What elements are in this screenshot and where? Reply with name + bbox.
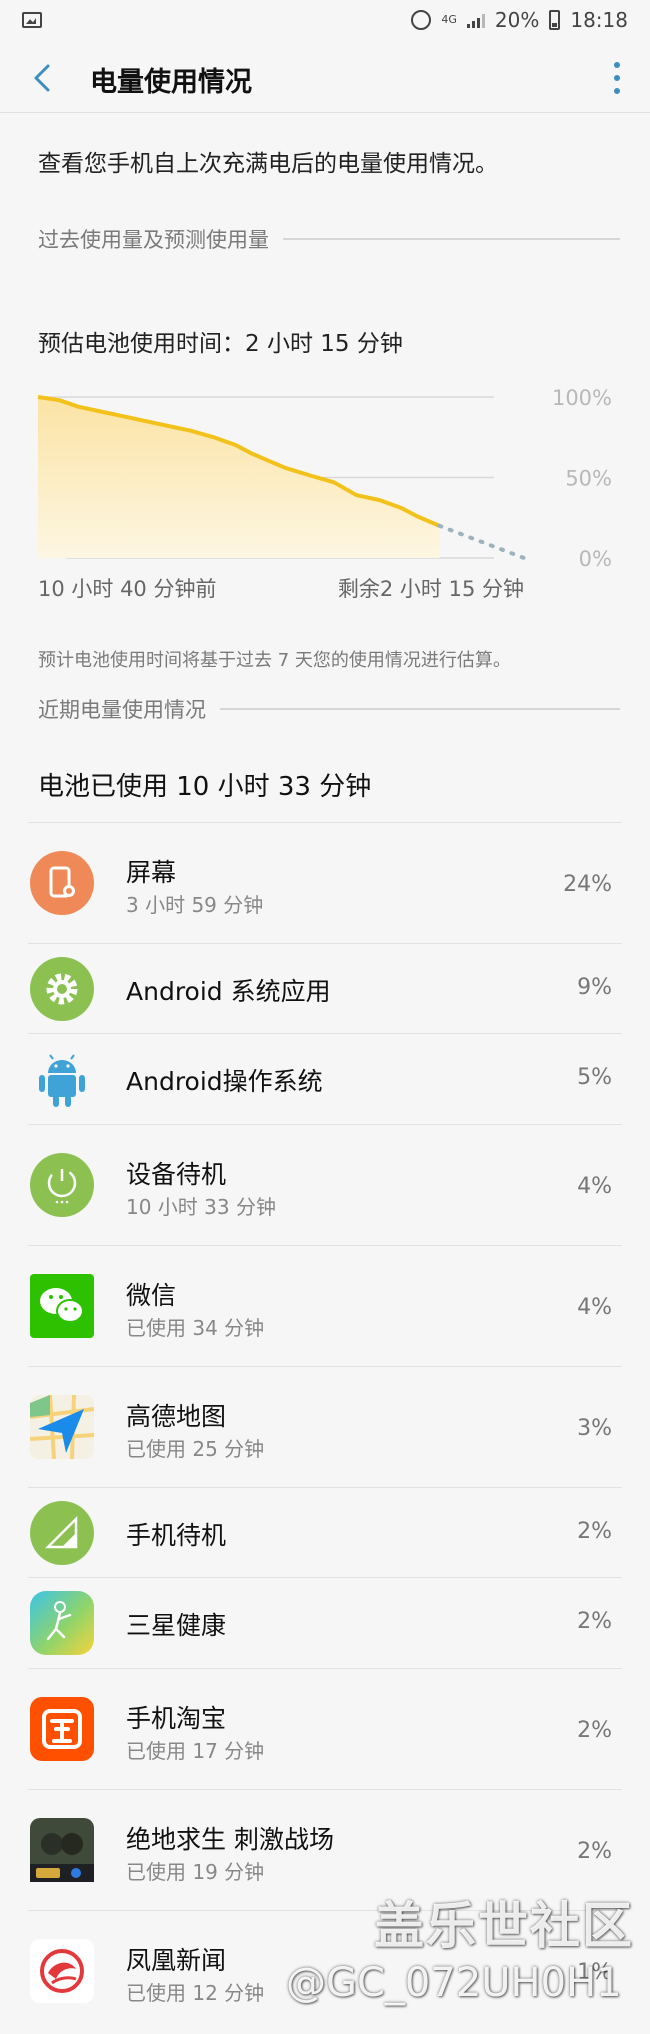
status-bar: 4G 20% 18:18 (0, 0, 650, 40)
app-usage-list: 屏幕 3 小时 59 分钟 24% Android 系统应用 9% Androi… (28, 822, 622, 2031)
battery-icon (549, 10, 561, 30)
app-name: 高德地图 (126, 1402, 227, 1431)
x-axis-label: 剩余2 小时 15 分钟 (338, 577, 524, 601)
app-row-samsung-health[interactable]: 三星健康 2% (28, 1577, 622, 1668)
section-header-recent: 近期电量使用情况 (38, 694, 620, 724)
android-os-icon (39, 1054, 85, 1107)
app-percent: 3% (577, 1416, 612, 1441)
app-percent: 9% (577, 975, 612, 1000)
y-tick-label: 50% (565, 467, 612, 491)
app-row-amap[interactable]: 高德地图 已使用 25 分钟 3% (28, 1366, 622, 1487)
app-percent: 24% (563, 872, 612, 897)
amap-icon (30, 1395, 94, 1459)
header-divider (0, 112, 650, 113)
app-row-android-system[interactable]: Android 系统应用 9% (28, 943, 622, 1033)
app-percent: 2% (577, 1839, 612, 1864)
app-row-taobao[interactable]: 手机淘宝 已使用 17 分钟 2% (28, 1668, 622, 1789)
app-name: 凤凰新闻 (126, 1946, 227, 1975)
network-type: 4G (441, 13, 457, 26)
section-label-past: 过去使用量及预测使用量 (38, 228, 269, 252)
app-usage-time: 已使用 34 分钟 (126, 1316, 265, 1340)
device-idle-icon (30, 1153, 94, 1217)
app-row-wechat[interactable]: 微信 已使用 34 分钟 4% (28, 1245, 622, 1366)
watermark-site: 盖乐世社区 (374, 1897, 634, 1955)
pubg-icon (30, 1818, 94, 1882)
alarm-icon (411, 10, 432, 30)
app-name: 设备待机 (126, 1160, 227, 1189)
app-name: Android 系统应用 (126, 977, 331, 1006)
android-system-icon (30, 957, 94, 1021)
app-usage-time: 3 小时 59 分钟 (126, 893, 264, 917)
more-options-icon[interactable] (612, 62, 622, 94)
clock: 18:18 (570, 8, 628, 32)
app-name: 三星健康 (126, 1611, 227, 1640)
app-row-screen[interactable]: 屏幕 3 小时 59 分钟 24% (28, 822, 622, 943)
app-usage-time: 已使用 19 分钟 (126, 1860, 265, 1884)
screen-icon (30, 851, 94, 915)
app-percent: 4% (577, 1295, 612, 1320)
back-arrow-icon[interactable] (30, 62, 54, 94)
estimate-note: 预计电池使用时间将基于过去 7 天您的使用情况进行估算。 (38, 650, 511, 671)
app-row-device-idle[interactable]: 设备待机 10 小时 33 分钟 4% (28, 1124, 622, 1245)
app-usage-time: 已使用 17 分钟 (126, 1739, 265, 1763)
y-tick-label: 100% (552, 386, 612, 410)
taobao-icon (30, 1697, 94, 1761)
app-percent: 2% (577, 1519, 612, 1544)
app-usage-time: 已使用 12 分钟 (126, 1981, 265, 2005)
battery-used-total: 电池已使用 10 小时 33 分钟 (38, 772, 372, 802)
y-tick-label: 0% (579, 547, 612, 571)
app-row-cell-standby[interactable]: 手机待机 2% (28, 1487, 622, 1577)
ifeng-news-icon (30, 1939, 94, 2003)
watermark-user: @GC_072UH0H1 (286, 1960, 622, 2006)
section-label-recent: 近期电量使用情况 (38, 698, 206, 722)
image-notification-icon (22, 12, 42, 28)
cell-standby-icon (30, 1501, 94, 1565)
app-usage-time: 10 小时 33 分钟 (126, 1195, 276, 1219)
app-row-android-os[interactable]: Android操作系统 5% (28, 1033, 622, 1124)
wechat-icon (30, 1274, 94, 1338)
app-percent: 5% (577, 1065, 612, 1090)
app-name: Android操作系统 (126, 1067, 323, 1096)
app-percent: 2% (577, 1609, 612, 1634)
estimated-time: 预估电池使用时间：2 小时 15 分钟 (38, 331, 403, 357)
app-percent: 4% (577, 1174, 612, 1199)
page-title: 电量使用情况 (90, 67, 252, 98)
app-usage-time: 已使用 25 分钟 (126, 1437, 265, 1461)
app-name: 手机待机 (126, 1521, 227, 1550)
app-name: 屏幕 (126, 858, 177, 887)
signal-icon (466, 12, 485, 28)
battery-percent: 20% (494, 8, 540, 32)
section-header-past: 过去使用量及预测使用量 (38, 224, 620, 254)
app-name: 微信 (126, 1281, 177, 1310)
predicted-usage-line (437, 523, 526, 560)
app-name: 绝地求生 刺激战场 (126, 1825, 334, 1854)
app-percent: 2% (577, 1718, 612, 1743)
app-bar: 电量使用情况 (0, 44, 650, 112)
x-axis-label: 10 小时 40 分钟前 (38, 577, 216, 601)
page-description: 查看您手机自上次充满电后的电量使用情况。 (38, 151, 498, 177)
samsung-health-icon (30, 1591, 94, 1655)
battery-usage-chart: 100% 50% 0% 10 小时 40 分钟前 剩余2 小时 15 分钟 (37, 386, 612, 601)
app-name: 手机淘宝 (126, 1704, 227, 1733)
